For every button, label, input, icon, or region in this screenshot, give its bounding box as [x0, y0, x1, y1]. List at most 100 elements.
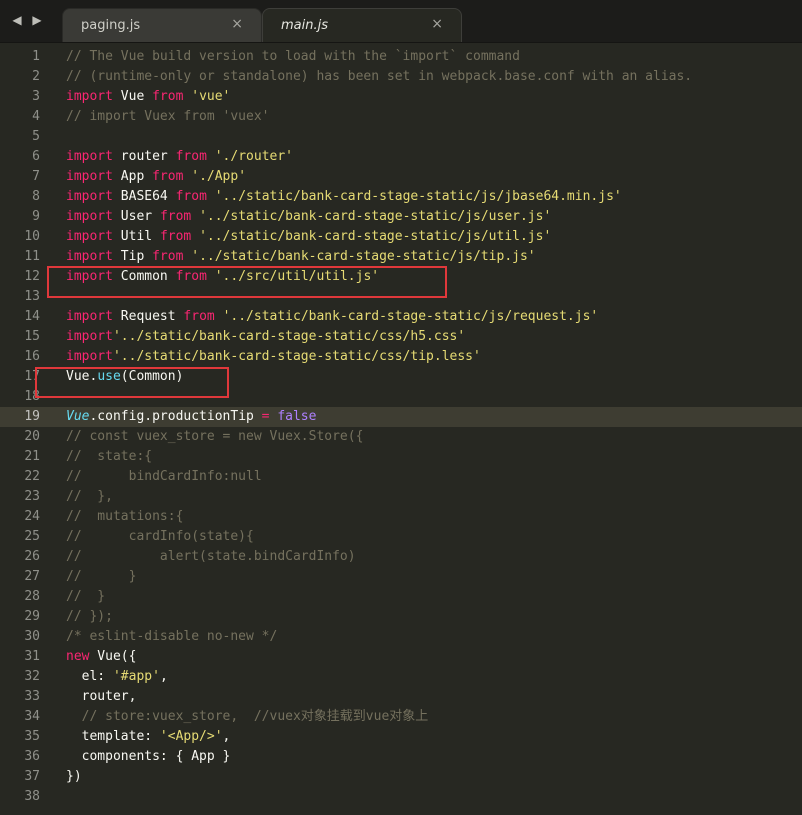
- code-line[interactable]: 32 el: '#app',: [0, 667, 802, 687]
- code-token: // mutations:{: [66, 509, 184, 524]
- code-text: import'../static/bank-card-stage-static/…: [66, 327, 465, 347]
- close-icon[interactable]: ×: [431, 16, 443, 32]
- code-token: from: [175, 149, 207, 164]
- code-token: '../static/bank-card-stage-static/js/req…: [222, 309, 599, 324]
- code-token: Vue: [112, 89, 153, 104]
- code-token: '../static/bank-card-stage-static/js/use…: [199, 209, 552, 224]
- code-line[interactable]: 4 // import Vuex from 'vuex': [0, 107, 802, 127]
- code-token: Vue: [66, 409, 90, 424]
- code-text: // alert(state.bindCardInfo): [66, 547, 356, 567]
- code-text: // state:{: [66, 447, 152, 467]
- code-text: /* eslint-disable no-new */: [66, 627, 277, 647]
- code-line[interactable]: 26 // alert(state.bindCardInfo): [0, 547, 802, 567]
- code-token: from: [152, 169, 184, 184]
- code-line[interactable]: 28 // }: [0, 587, 802, 607]
- code-line[interactable]: 2 // (runtime-only or standalone) has bee…: [0, 67, 802, 87]
- code-line[interactable]: 36 components: { App }: [0, 747, 802, 767]
- code-token: import: [66, 329, 113, 344]
- code-line[interactable]: 21 // state:{: [0, 447, 802, 467]
- code-line[interactable]: 20 // const vuex_store = new Vuex.Store({: [0, 427, 802, 447]
- code-text: }): [66, 767, 82, 787]
- code-line[interactable]: 30 /* eslint-disable no-new */: [0, 627, 802, 647]
- line-number: 3: [32, 89, 40, 104]
- line-number: 23: [24, 489, 40, 504]
- tab-main-js[interactable]: main.js ×: [262, 8, 462, 42]
- line-number: 10: [24, 229, 40, 244]
- code-token: from: [183, 309, 215, 324]
- line-number: 12: [24, 269, 40, 284]
- code-token: Vue({: [89, 649, 137, 664]
- code-token: import: [66, 309, 113, 324]
- line-number: 34: [24, 709, 40, 724]
- code-token: '../static/bank-card-stage-static/js/tip…: [191, 249, 536, 264]
- code-text: import Vue from 'vue': [66, 87, 230, 107]
- code-line[interactable]: 29 // });: [0, 607, 802, 627]
- code-token: false: [277, 409, 317, 424]
- code-text: // mutations:{: [66, 507, 183, 527]
- code-token: BASE64: [112, 189, 176, 204]
- code-line[interactable]: 19 Vue.config.productionTip = false: [0, 407, 802, 427]
- code-token: // cardInfo(state){: [66, 529, 254, 544]
- code-text: import'../static/bank-card-stage-static/…: [66, 347, 481, 367]
- code-line[interactable]: 10 import Util from '../static/bank-card-…: [0, 227, 802, 247]
- code-line[interactable]: 11 import Tip from '../static/bank-card-s…: [0, 247, 802, 267]
- code-token: '../static/bank-card-stage-static/css/h5…: [112, 329, 466, 344]
- code-line[interactable]: 27 // }: [0, 567, 802, 587]
- code-token: template:: [66, 729, 160, 744]
- code-line[interactable]: 5: [0, 127, 802, 147]
- code-token: '#app': [112, 669, 160, 684]
- code-line[interactable]: 6 import router from './router': [0, 147, 802, 167]
- code-text: import Util from '../static/bank-card-st…: [66, 227, 551, 247]
- code-line[interactable]: 8 import BASE64 from '../static/bank-card…: [0, 187, 802, 207]
- code-text: // bindCardInfo:null: [66, 467, 262, 487]
- code-text: router,: [66, 687, 137, 707]
- code-line[interactable]: 22 // bindCardInfo:null: [0, 467, 802, 487]
- code-line[interactable]: 38: [0, 787, 802, 807]
- code-token: ,: [222, 729, 231, 744]
- code-line[interactable]: 31 new Vue({: [0, 647, 802, 667]
- code-line[interactable]: 16 import'../static/bank-card-stage-stati…: [0, 347, 802, 367]
- line-number: 26: [24, 549, 40, 564]
- tab-paging-js[interactable]: paging.js ×: [62, 8, 262, 42]
- code-text: // store:vuex_store, //vuex对象挂载到vue对象上: [66, 707, 429, 727]
- code-text: import App from './App': [66, 167, 246, 187]
- code-line[interactable]: 15 import'../static/bank-card-stage-stati…: [0, 327, 802, 347]
- line-number: 22: [24, 469, 40, 484]
- code-line[interactable]: 1 // The Vue build version to load with t…: [0, 47, 802, 67]
- code-token: './App': [191, 169, 247, 184]
- code-line[interactable]: 24 // mutations:{: [0, 507, 802, 527]
- code-token: // },: [66, 489, 113, 504]
- code-line[interactable]: 7 import App from './App': [0, 167, 802, 187]
- code-line[interactable]: 25 // cardInfo(state){: [0, 527, 802, 547]
- line-number: 11: [24, 249, 40, 264]
- close-icon[interactable]: ×: [231, 16, 243, 32]
- line-number: 1: [32, 49, 40, 64]
- code-text: // });: [66, 607, 113, 627]
- code-line[interactable]: 23 // },: [0, 487, 802, 507]
- code-line[interactable]: 33 router,: [0, 687, 802, 707]
- code-text: // }: [66, 587, 105, 607]
- code-line[interactable]: 37}): [0, 767, 802, 787]
- code-token: Tip: [112, 249, 153, 264]
- line-number: 18: [24, 389, 40, 404]
- code-token: router: [112, 149, 176, 164]
- line-number: 35: [24, 729, 40, 744]
- code-text: import User from '../static/bank-card-st…: [66, 207, 551, 227]
- code-line[interactable]: 14 import Request from '../static/bank-ca…: [0, 307, 802, 327]
- code-token: from: [152, 89, 184, 104]
- line-number: 20: [24, 429, 40, 444]
- code-line[interactable]: 3 import Vue from 'vue': [0, 87, 802, 107]
- code-token: .config.productionTip: [89, 409, 262, 424]
- code-line[interactable]: 34 // store:vuex_store, //vuex对象挂载到vue对象…: [0, 707, 802, 727]
- code-editor[interactable]: 1 // The Vue build version to load with t…: [0, 43, 802, 815]
- back-arrow-icon[interactable]: ◀: [10, 12, 24, 28]
- code-token: // state:{: [66, 449, 153, 464]
- code-line[interactable]: 9 import User from '../static/bank-card-s…: [0, 207, 802, 227]
- forward-arrow-icon[interactable]: ▶: [30, 12, 44, 28]
- line-number: 14: [24, 309, 40, 324]
- code-text: // },: [66, 487, 113, 507]
- line-number: 4: [32, 109, 40, 124]
- code-line[interactable]: 35 template: '<App/>',: [0, 727, 802, 747]
